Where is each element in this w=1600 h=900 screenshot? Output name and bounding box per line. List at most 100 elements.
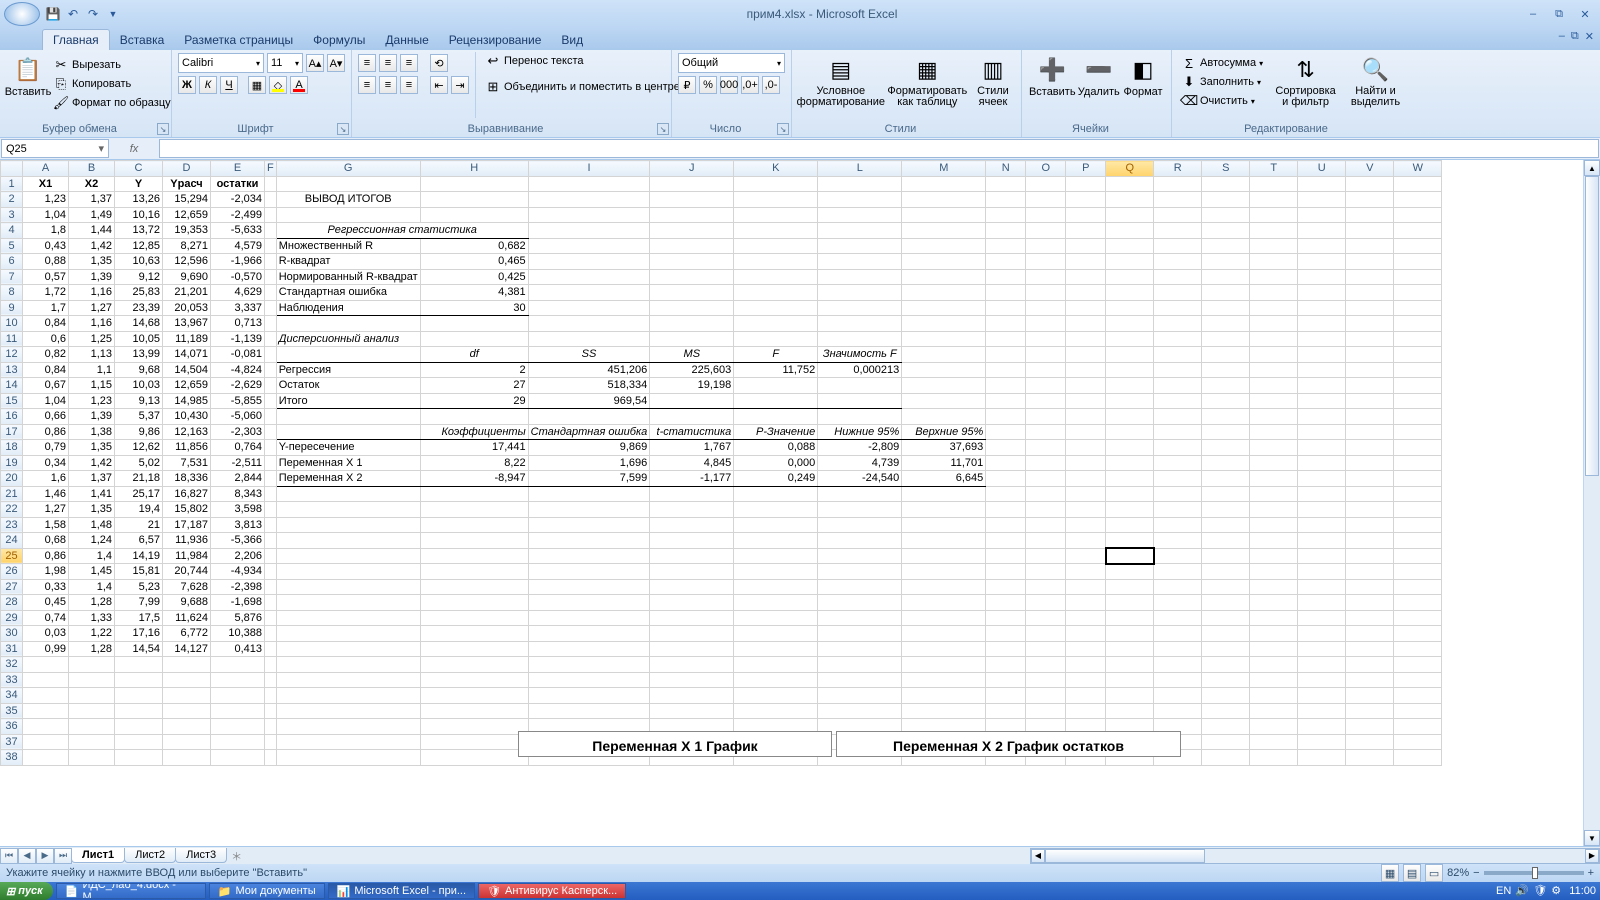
cell[interactable]: P-Значение [734, 424, 818, 440]
cell[interactable] [1026, 300, 1066, 316]
cell[interactable] [1346, 362, 1394, 378]
cell[interactable]: 5,23 [115, 579, 163, 595]
cell[interactable] [1298, 471, 1346, 487]
comma-icon[interactable]: 000 [720, 76, 738, 94]
cell[interactable] [276, 207, 420, 223]
cell[interactable] [1394, 347, 1442, 363]
cell[interactable]: 0,67 [23, 378, 69, 394]
cell[interactable] [818, 486, 902, 502]
cell[interactable]: 1,37 [69, 471, 115, 487]
format-cells-button[interactable]: ◧Формат [1121, 52, 1165, 118]
cell[interactable] [1026, 564, 1066, 580]
cell[interactable] [420, 548, 528, 564]
cell[interactable] [902, 331, 986, 347]
indent-inc-icon[interactable]: ⇥ [451, 76, 469, 94]
cell[interactable] [1202, 378, 1250, 394]
cell[interactable] [1346, 471, 1394, 487]
cell[interactable] [1346, 533, 1394, 549]
cell[interactable] [734, 254, 818, 270]
cell[interactable] [1250, 347, 1298, 363]
cell[interactable] [1026, 626, 1066, 642]
cell[interactable] [1394, 486, 1442, 502]
cell-styles-button[interactable]: ▥Стили ячеек [971, 52, 1015, 118]
cell[interactable] [1298, 238, 1346, 254]
cell[interactable] [23, 750, 69, 766]
cell[interactable]: 1,27 [69, 300, 115, 316]
cell[interactable] [1346, 393, 1394, 409]
cell[interactable] [211, 734, 265, 750]
cell[interactable] [1298, 610, 1346, 626]
cell[interactable] [1154, 688, 1202, 704]
cell[interactable] [276, 316, 420, 332]
cell[interactable]: 14,071 [163, 347, 211, 363]
cell[interactable] [818, 657, 902, 673]
row-header[interactable]: 28 [1, 595, 23, 611]
cell[interactable]: 11,984 [163, 548, 211, 564]
cell[interactable] [1106, 579, 1154, 595]
cell[interactable] [986, 269, 1026, 285]
cell[interactable] [1346, 750, 1394, 766]
cell[interactable] [1394, 409, 1442, 425]
cell[interactable] [1154, 517, 1202, 533]
cell[interactable] [1106, 207, 1154, 223]
cell[interactable]: 1,28 [69, 641, 115, 657]
cell[interactable] [1106, 362, 1154, 378]
cell[interactable] [818, 207, 902, 223]
cell[interactable]: 1,42 [69, 455, 115, 471]
cell[interactable] [1154, 548, 1202, 564]
cell[interactable] [265, 517, 277, 533]
cell[interactable] [420, 626, 528, 642]
cell[interactable] [1154, 254, 1202, 270]
cell[interactable]: 1,58 [23, 517, 69, 533]
cell[interactable] [650, 300, 734, 316]
cell[interactable]: 1,48 [69, 517, 115, 533]
cell[interactable] [986, 579, 1026, 595]
row-header[interactable]: 24 [1, 533, 23, 549]
cell[interactable] [818, 331, 902, 347]
cell[interactable] [1346, 409, 1394, 425]
cell[interactable] [986, 641, 1026, 657]
column-header[interactable]: G [276, 161, 420, 177]
cell[interactable] [1250, 471, 1298, 487]
cell[interactable]: 4,629 [211, 285, 265, 301]
cell[interactable]: 13,967 [163, 316, 211, 332]
cell[interactable] [1346, 192, 1394, 208]
cell[interactable] [1394, 393, 1442, 409]
cell[interactable]: 3,598 [211, 502, 265, 518]
cell[interactable]: 0,000 [734, 455, 818, 471]
row-header[interactable]: 32 [1, 657, 23, 673]
cell[interactable] [902, 192, 986, 208]
cell[interactable]: 11,189 [163, 331, 211, 347]
cell[interactable] [1346, 347, 1394, 363]
cell[interactable] [1154, 409, 1202, 425]
cell[interactable] [650, 502, 734, 518]
cell[interactable] [1394, 285, 1442, 301]
row-header[interactable]: 19 [1, 455, 23, 471]
cell[interactable]: -2,034 [211, 192, 265, 208]
cell[interactable] [734, 192, 818, 208]
cell[interactable] [265, 641, 277, 657]
cell[interactable]: 21,18 [115, 471, 163, 487]
cell[interactable]: 12,62 [115, 440, 163, 456]
tab-nav-last-icon[interactable]: ⏭ [54, 848, 72, 864]
cell[interactable] [818, 595, 902, 611]
cell[interactable] [1298, 362, 1346, 378]
cell[interactable] [265, 750, 277, 766]
sheet-tab[interactable]: Лист1 [71, 848, 125, 863]
cell[interactable] [528, 626, 650, 642]
cell[interactable] [1298, 300, 1346, 316]
save-icon[interactable]: 💾 [44, 5, 62, 23]
cell[interactable] [986, 393, 1026, 409]
inc-decimal-icon[interactable]: ,0+ [741, 76, 759, 94]
cell[interactable] [1346, 641, 1394, 657]
cell[interactable] [902, 362, 986, 378]
cell[interactable]: 0,682 [420, 238, 528, 254]
cell[interactable] [1250, 734, 1298, 750]
cell[interactable] [1026, 703, 1066, 719]
cell[interactable] [1346, 579, 1394, 595]
cell[interactable] [1298, 579, 1346, 595]
cell[interactable] [1026, 641, 1066, 657]
cell[interactable] [23, 734, 69, 750]
fill-button[interactable]: ⬇Заполнить▾ [1178, 73, 1266, 91]
cell[interactable]: 13,26 [115, 192, 163, 208]
